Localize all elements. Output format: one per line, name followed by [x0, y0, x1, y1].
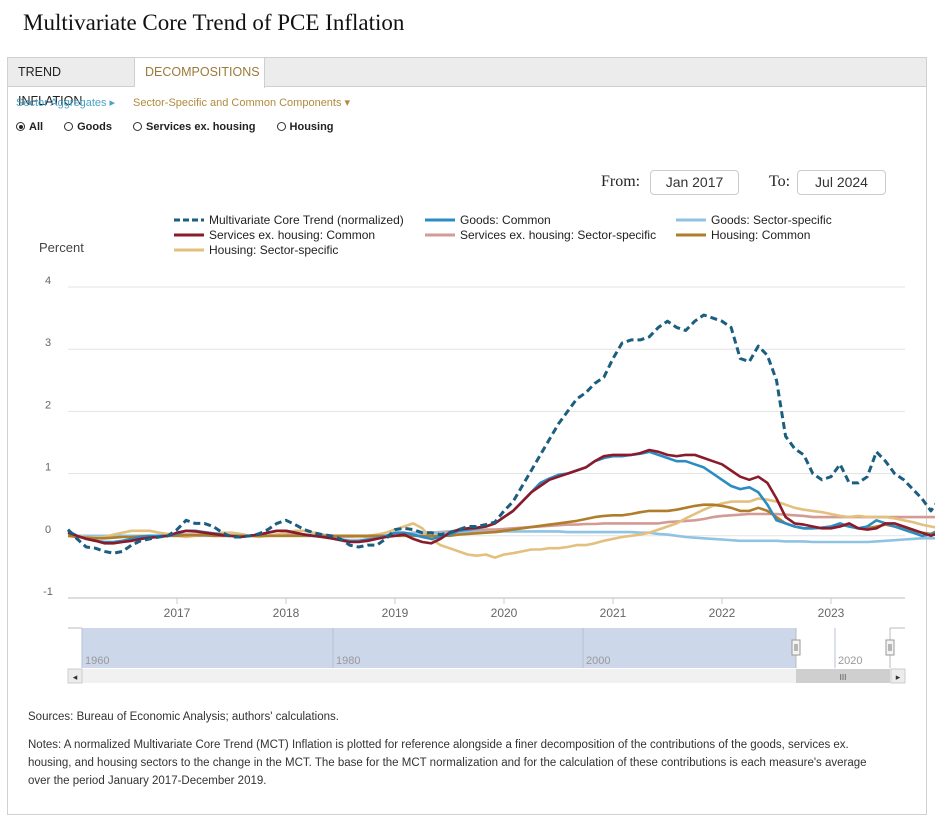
radio-unselected-icon: [133, 122, 143, 131]
from-label: From:: [601, 173, 641, 190]
radio-label: All: [29, 121, 44, 133]
scroll-left-arrow-icon: ◂: [73, 672, 78, 682]
sector-radio-group: All Goods Services ex. housing Housing: [16, 121, 352, 133]
from-date-input[interactable]: Jan 2017: [650, 170, 739, 195]
tab-trend-inflation[interactable]: TREND INFLATION: [8, 58, 135, 108]
radio-unselected-icon: [64, 122, 74, 131]
navigator-label: 1980: [336, 655, 360, 667]
radio-label: Goods: [77, 121, 112, 133]
radio-all[interactable]: All: [16, 121, 43, 133]
subnav-sector-aggregates[interactable]: Sector Aggregates ▸: [16, 96, 115, 109]
navigator-unselected-mask: [82, 628, 796, 668]
navigator-label: 2020: [838, 655, 862, 667]
radio-services-ex-housing[interactable]: Services ex. housing: [133, 121, 255, 133]
tab-bar: TREND INFLATION DECOMPOSITIONS: [8, 58, 926, 108]
radio-housing[interactable]: Housing: [276, 121, 334, 133]
navigator-label: 1960: [85, 655, 109, 667]
navigator: 1960 1980 2000 2020 III ◂ ▸: [67, 627, 906, 684]
subnav-sector-specific-common[interactable]: Sector-Specific and Common Components ▾: [133, 96, 350, 109]
radio-selected-icon: [16, 122, 25, 131]
to-date-input[interactable]: Jul 2024: [797, 170, 886, 195]
radio-goods[interactable]: Goods: [64, 121, 112, 133]
tab-decompositions[interactable]: DECOMPOSITIONS: [135, 58, 265, 88]
chart-panel: TREND INFLATION DECOMPOSITIONS Sector Ag…: [7, 57, 927, 815]
scroll-right-button[interactable]: ▸: [890, 668, 906, 684]
scrollbar-track[interactable]: [68, 669, 905, 683]
radio-label: Housing: [289, 121, 334, 133]
notes-text: Notes: A normalized Multivariate Core Tr…: [28, 739, 867, 787]
to-label: To:: [769, 173, 791, 190]
page-title: Multivariate Core Trend of PCE Inflation: [23, 10, 405, 35]
scroll-right-arrow-icon: ▸: [896, 672, 901, 682]
scroll-left-button[interactable]: ◂: [67, 668, 83, 684]
sources-text: Sources: Bureau of Economic Analysis; au…: [28, 711, 339, 723]
radio-label: Services ex. housing: [146, 121, 256, 133]
scrollbar-grip-icon: III: [840, 673, 847, 682]
navigator-right-handle[interactable]: [885, 639, 895, 656]
navigator-label: 2000: [586, 655, 610, 667]
navigator-left-handle[interactable]: [791, 639, 801, 656]
radio-unselected-icon: [276, 122, 286, 131]
